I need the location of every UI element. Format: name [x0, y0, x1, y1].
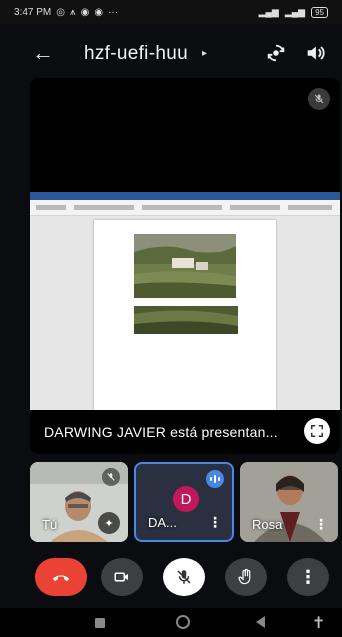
alert-icon: ⩚: [69, 6, 76, 18]
participant-name: DA...: [148, 515, 177, 530]
word-ribbon: [30, 200, 340, 216]
presenter-label: DARWING JAVIER está presentan...: [44, 424, 278, 440]
android-nav-bar: ✝: [0, 608, 342, 637]
landscape-photo: [134, 306, 238, 334]
caret-right-icon[interactable]: ▸: [202, 48, 207, 59]
phone-hangup-icon: [52, 575, 70, 582]
fullscreen-button[interactable]: [304, 418, 330, 444]
word-title-bar: [30, 192, 340, 200]
mic-off-icon: [177, 570, 191, 584]
landscape-photo: [134, 234, 236, 298]
participant-name: Rosa: [252, 517, 283, 532]
speaking-indicator-icon: [206, 470, 224, 488]
meeting-code[interactable]: hzf-uefi-huu: [84, 43, 188, 65]
document-page: [94, 220, 276, 410]
meeting-header: ← hzf-uefi-huu ▸: [0, 34, 342, 72]
shared-screen: [30, 192, 340, 410]
more-vert-icon: ⋮: [299, 566, 317, 587]
camera-toggle-button[interactable]: [101, 558, 143, 596]
more-notifications-icon: ···: [108, 6, 119, 18]
back-arrow-icon[interactable]: ←: [32, 40, 54, 66]
battery-icon: 95: [311, 6, 328, 18]
instagram-icon: ◎: [56, 6, 65, 18]
participant-tile-you[interactable]: Tú ✦: [30, 462, 128, 542]
chrome-icon: ◉: [94, 6, 104, 18]
mic-off-icon: [102, 468, 120, 486]
presentation-tile[interactable]: DARWING JAVIER está presentan...: [30, 78, 340, 454]
back-icon[interactable]: [256, 616, 265, 628]
effects-sparkle-icon[interactable]: ✦: [98, 512, 120, 534]
signal-icon: ▂▄▆: [258, 6, 279, 17]
mic-toggle-button[interactable]: [163, 558, 205, 596]
avatar: D: [173, 486, 199, 512]
participant-name: Tú: [42, 517, 58, 532]
more-options-icon[interactable]: ⋮: [208, 514, 222, 531]
more-options-button[interactable]: ⋮: [287, 558, 329, 596]
participant-tile-da[interactable]: D DA... ⋮: [134, 462, 234, 542]
recents-icon[interactable]: [95, 618, 105, 628]
more-options-icon[interactable]: ⋮: [314, 516, 328, 533]
home-icon[interactable]: [176, 615, 190, 629]
video-camera-icon: [114, 572, 128, 582]
status-time: 3:47 PM: [14, 6, 52, 18]
end-call-button[interactable]: [35, 558, 87, 596]
meet-screen: 3:47 PM ◎ ⩚ ◉ ◉ ··· ▂▄▆ ▂▄▆ 95 ← hzf-uef…: [0, 0, 342, 637]
accessibility-icon[interactable]: ✝: [312, 613, 325, 633]
status-bar: 3:47 PM ◎ ⩚ ◉ ◉ ··· ▂▄▆ ▂▄▆ 95: [0, 0, 342, 24]
fullscreen-icon: [311, 425, 323, 437]
signal-icon: ▂▄▆: [284, 6, 306, 17]
chrome-icon: ◉: [80, 6, 90, 18]
flip-camera-icon[interactable]: [265, 42, 287, 64]
raise-hand-button[interactable]: [225, 558, 267, 596]
speaker-icon[interactable]: [304, 42, 326, 64]
participant-tile-rosa[interactable]: Rosa ⋮: [240, 462, 338, 542]
hand-icon: [238, 568, 251, 585]
call-controls: ⋮: [0, 555, 342, 599]
mic-off-icon: [308, 88, 330, 110]
